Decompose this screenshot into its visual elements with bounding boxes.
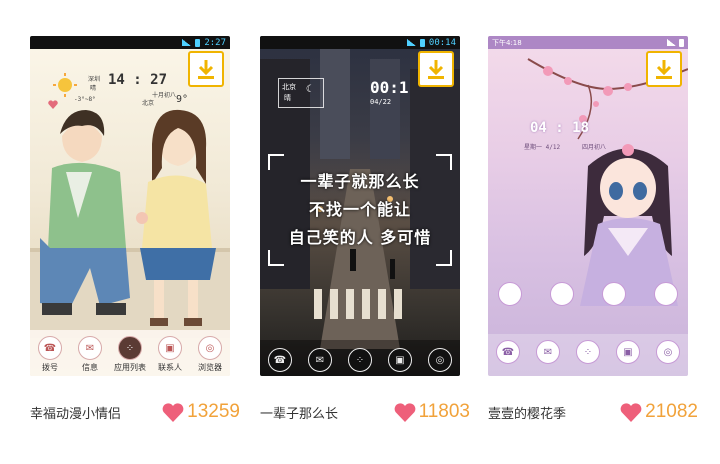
download-button[interactable] <box>646 51 682 87</box>
app-icon[interactable] <box>602 282 626 306</box>
sun-icon <box>53 73 77 97</box>
dock-label: 信息 <box>82 363 98 372</box>
battery-icon <box>195 38 201 47</box>
download-button[interactable] <box>188 51 224 87</box>
contacts-icon: ▣ <box>158 336 182 360</box>
moon-icon: ☾ <box>306 84 313 95</box>
battery-icon <box>679 38 684 47</box>
theme-card-2[interactable]: 00:14 北京 晴 ☾ 00:1 04/22 一辈子就那么长 不找一个能让 自… <box>260 36 470 464</box>
dock-item-dialer[interactable]: ☎ 拨号 <box>32 336 68 373</box>
widget-time: 00:1 <box>370 78 409 97</box>
status-bar: 下午4:18 <box>488 36 688 49</box>
clock-widget[interactable]: 北京 晴 ☾ 00:1 04/22 <box>278 78 409 118</box>
signal-icon <box>406 39 416 46</box>
app-icon[interactable] <box>654 282 678 306</box>
status-time: 00:14 <box>428 37 456 48</box>
like-count: 11803 <box>418 401 470 422</box>
phone-icon: ☎ <box>38 336 62 360</box>
phone-icon[interactable]: ☎ <box>268 348 292 372</box>
like-heart-icon[interactable] <box>162 402 184 422</box>
quote-line-2: 不找一个能让 <box>308 200 411 219</box>
dock-item-messages[interactable]: ✉ 信息 <box>72 336 108 373</box>
theme-caption: 壹壹的樱花季 21082 <box>488 400 698 424</box>
contacts-icon[interactable]: ▣ <box>616 340 640 364</box>
browser-icon[interactable]: ◎ <box>428 348 452 372</box>
dock: ☎ 拨号 ✉ 信息 ⁘ 应用列表 ▣ 联系人 ◎ 浏览器 <box>30 330 230 376</box>
dock: ☎ ✉ ⁘ ▣ ◎ <box>260 340 460 376</box>
browser-icon: ◎ <box>198 336 222 360</box>
download-icon <box>198 60 214 79</box>
dock-label: 应用列表 <box>114 363 146 372</box>
status-time: 2:27 <box>204 37 226 48</box>
quote-line-1: 一辈子就那么长 <box>300 172 420 191</box>
contacts-icon[interactable]: ▣ <box>388 348 412 372</box>
download-button[interactable] <box>418 51 454 87</box>
widget-weather: 晴 <box>284 94 291 102</box>
frame-corner <box>268 250 284 266</box>
app-grid-icon: ⁘ <box>118 336 142 360</box>
message-icon[interactable]: ✉ <box>536 340 560 364</box>
theme-title[interactable]: 一辈子那么长 <box>260 403 338 422</box>
like-count: 13259 <box>187 401 240 422</box>
dock: ☎ ✉ ⁘ ▣ ◎ <box>488 334 688 376</box>
theme-preview-3[interactable]: 下午4:18 04 : 18 星期一 4/12 四月初八 ☎ ✉ ⁘ ▣ ◎ <box>488 36 688 376</box>
battery-icon <box>419 38 425 47</box>
theme-title[interactable]: 幸福动漫小情侣 <box>30 403 121 422</box>
signal-icon <box>667 39 676 46</box>
dock-item-apps[interactable]: ⁘ 应用列表 <box>112 336 148 373</box>
status-icons <box>667 38 684 47</box>
app-icon-grid <box>498 282 678 306</box>
like-count: 21082 <box>645 401 698 422</box>
signal-icon <box>182 39 192 46</box>
theme-title[interactable]: 壹壹的樱花季 <box>488 403 566 422</box>
app-icon[interactable] <box>498 282 522 306</box>
couple-illustration <box>30 109 230 338</box>
widget-time: 04 : 18 <box>530 120 590 136</box>
theme-preview-2[interactable]: 00:14 北京 晴 ☾ 00:1 04/22 一辈子就那么长 不找一个能让 自… <box>260 36 460 376</box>
widget-city: 深圳 <box>88 76 101 83</box>
frame-corner <box>436 250 452 266</box>
app-grid-icon[interactable]: ⁘ <box>576 340 600 364</box>
phone-icon[interactable]: ☎ <box>496 340 520 364</box>
theme-card-1[interactable]: 2:27 深圳 晴 -3°~8° 14 : 27 十月初八 北京 9° ☎ 拨号… <box>30 36 240 464</box>
widget-weather: 晴 <box>90 85 97 92</box>
theme-caption: 幸福动漫小情侣 13259 <box>30 400 240 424</box>
status-bar: 00:14 <box>260 36 460 49</box>
widget-date-left: 星期一 4/12 <box>524 144 561 151</box>
app-icon[interactable] <box>550 282 574 306</box>
theme-card-3[interactable]: 下午4:18 04 : 18 星期一 4/12 四月初八 ☎ ✉ ⁘ ▣ ◎ 壹… <box>488 36 698 464</box>
app-row <box>498 282 678 306</box>
status-time: 下午4:18 <box>492 38 522 47</box>
dock-label: 联系人 <box>158 363 182 372</box>
status-bar: 2:27 <box>30 36 230 49</box>
dock-label: 拨号 <box>42 363 58 372</box>
message-icon[interactable]: ✉ <box>308 348 332 372</box>
dock-label: 浏览器 <box>198 363 222 372</box>
browser-icon[interactable]: ◎ <box>656 340 680 364</box>
quote-line-3: 自己笑的人 多可惜 <box>288 228 432 247</box>
widget-city: 北京 <box>282 83 296 91</box>
like-heart-icon[interactable] <box>620 402 642 422</box>
widget-date: 04/22 <box>370 98 392 106</box>
dock-item-browser[interactable]: ◎ 浏览器 <box>192 336 228 373</box>
message-icon: ✉ <box>78 336 102 360</box>
download-icon <box>656 60 672 79</box>
theme-preview-1[interactable]: 2:27 深圳 晴 -3°~8° 14 : 27 十月初八 北京 9° ☎ 拨号… <box>30 36 230 376</box>
app-grid-icon[interactable]: ⁘ <box>348 348 372 372</box>
dock-item-contacts[interactable]: ▣ 联系人 <box>152 336 188 373</box>
like-heart-icon[interactable] <box>394 402 416 422</box>
widget-time: 14 : 27 <box>108 72 168 88</box>
download-icon <box>428 60 444 79</box>
theme-caption: 一辈子那么长 11803 <box>260 400 470 424</box>
quote-frame: 一辈子就那么长 不找一个能让 自己笑的人 多可惜 <box>268 154 452 266</box>
